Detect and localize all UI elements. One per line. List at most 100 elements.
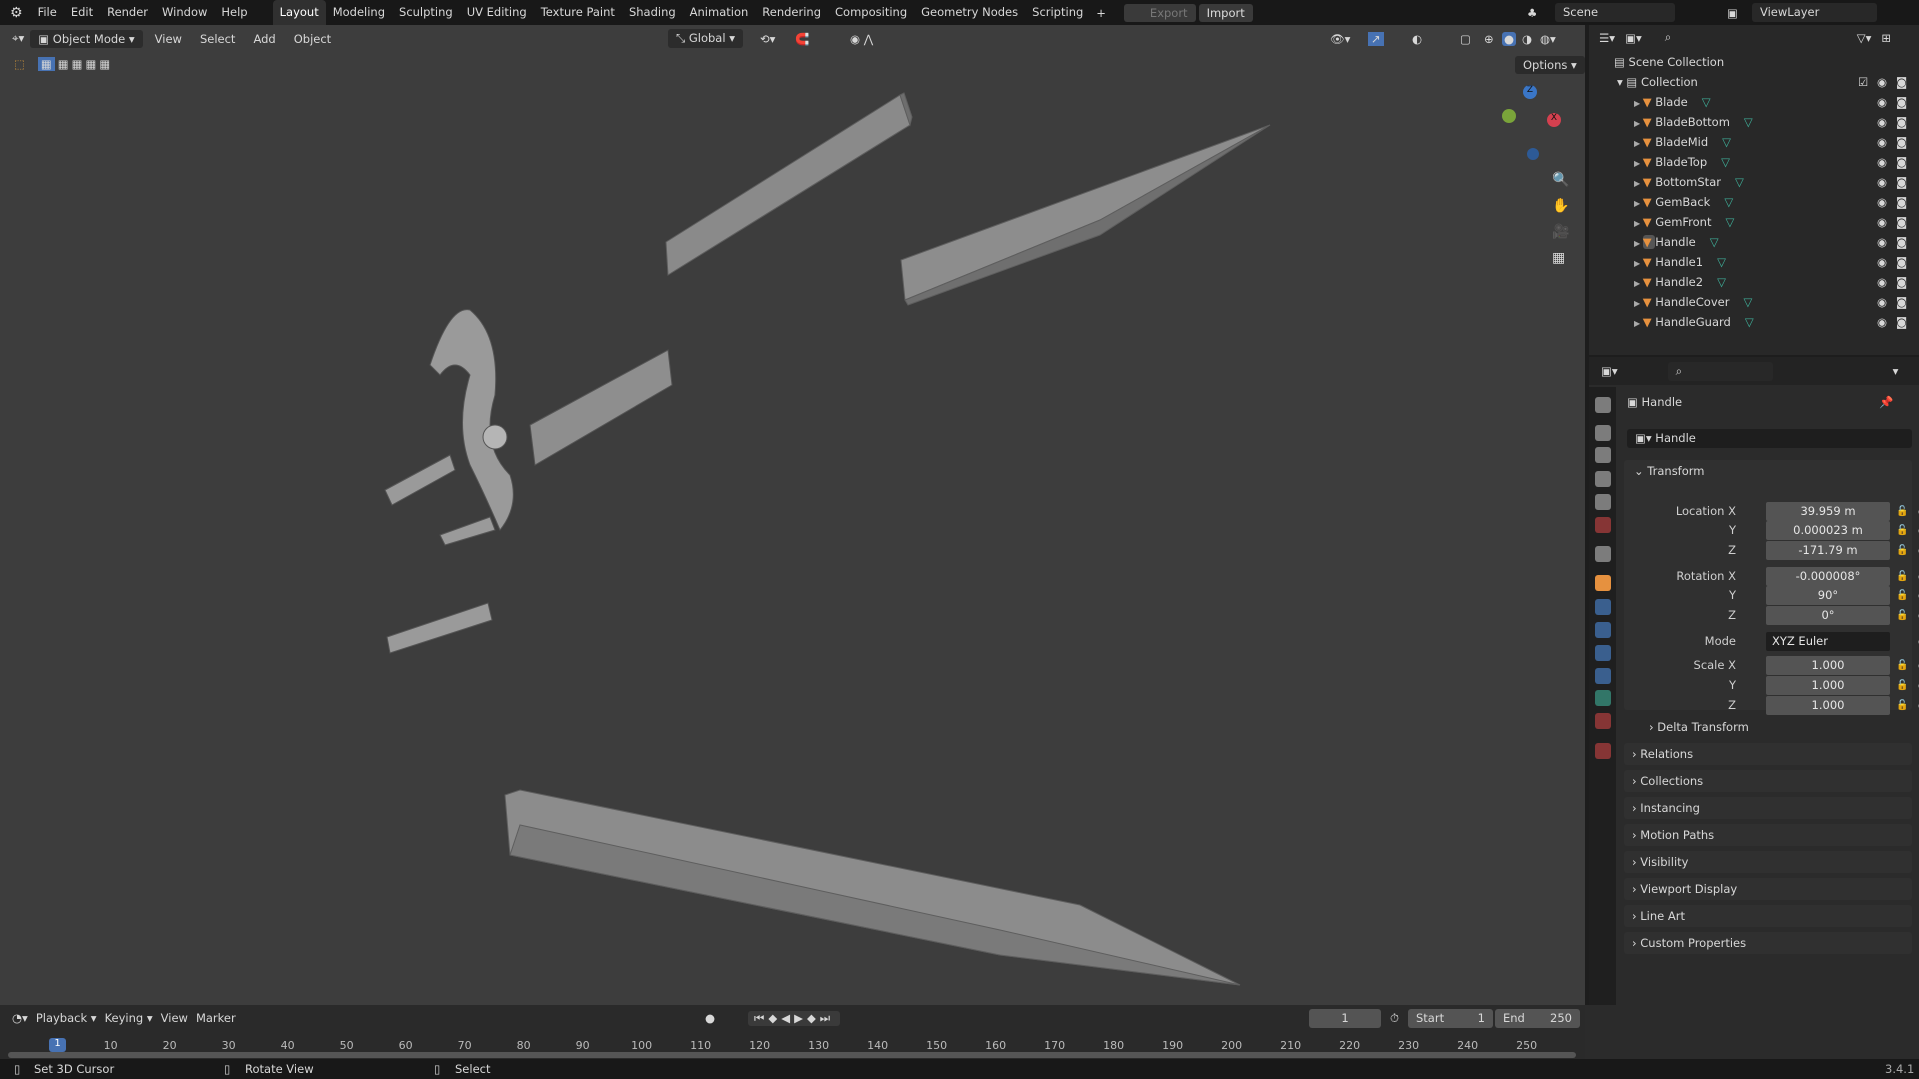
menu-marker[interactable]: Marker <box>196 1011 236 1025</box>
gizmo-y-axis[interactable] <box>1502 109 1516 123</box>
add-workspace-button[interactable]: + <box>1090 6 1112 20</box>
auto-keying-icon[interactable]: ● <box>705 1011 715 1025</box>
workspace-tab-modeling[interactable]: Modeling <box>326 0 392 25</box>
lock-icon[interactable]: 🔓 <box>1896 567 1908 586</box>
outliner-item[interactable]: ▶ ▼ HandleGuard ▽ ◉ ◙ <box>1589 312 1919 332</box>
filter-view-icon[interactable]: ▣▾ <box>1625 31 1642 45</box>
render-camera-icon[interactable]: ◙ <box>1896 292 1907 312</box>
tab-collection-icon[interactable] <box>1595 546 1611 562</box>
render-camera-icon[interactable]: ◙ <box>1896 252 1907 272</box>
mesh-data-icon[interactable]: ▽ <box>1721 155 1730 169</box>
properties-search[interactable]: ⌕ <box>1667 361 1773 381</box>
panel-collections[interactable]: › Collections <box>1624 770 1912 792</box>
outliner-item[interactable]: ▶ ▼ Handle2 ▽ ◉ ◙ <box>1589 272 1919 292</box>
property-value-field[interactable]: 0.000023 m <box>1766 521 1890 540</box>
menu-file[interactable]: File <box>31 0 64 25</box>
outliner-item[interactable]: ▶ ▼ Handle1 ▽ ◉ ◙ <box>1589 252 1919 272</box>
lock-icon[interactable]: 🔓 <box>1896 586 1908 605</box>
workspace-tab-scripting[interactable]: Scripting <box>1025 0 1090 25</box>
menu-help[interactable]: Help <box>214 0 254 25</box>
panel-custom-properties[interactable]: › Custom Properties <box>1624 932 1912 954</box>
play-reverse-icon[interactable]: ◀ <box>781 1011 794 1025</box>
jump-start-icon[interactable]: ⏮ <box>754 1011 768 1025</box>
workspace-tab-uv-editing[interactable]: UV Editing <box>460 0 534 25</box>
mesh-data-icon[interactable]: ▽ <box>1725 215 1734 229</box>
workspace-tab-sculpting[interactable]: Sculpting <box>392 0 460 25</box>
prev-keyframe-icon[interactable]: ◆ <box>768 1011 781 1025</box>
outliner-item[interactable]: ▶ ▼ Blade ▽ ◉ ◙ <box>1589 92 1919 112</box>
workspace-tab-texture-paint[interactable]: Texture Paint <box>534 0 622 25</box>
render-camera-icon[interactable]: ◙ <box>1896 172 1907 192</box>
panel-line-art[interactable]: › Line Art <box>1624 905 1912 927</box>
display-mode-icon[interactable]: ☰▾ <box>1599 31 1615 45</box>
blender-logo-icon[interactable]: ⚙ <box>0 5 31 21</box>
outliner-item[interactable]: ▶ ▼ BladeBottom ▽ ◉ ◙ <box>1589 112 1919 132</box>
tab-scene-icon[interactable] <box>1595 494 1611 510</box>
lock-icon[interactable]: 🔓 <box>1896 521 1908 540</box>
render-camera-icon[interactable]: ◙ <box>1896 152 1907 172</box>
tab-world-icon[interactable] <box>1595 517 1611 533</box>
tab-particles-icon[interactable] <box>1595 622 1611 638</box>
stopwatch-icon[interactable]: ⏱ <box>1390 1011 1399 1026</box>
render-camera-icon[interactable]: ◙ <box>1896 72 1907 92</box>
visibility-eye-icon[interactable]: ◉ <box>1877 272 1887 292</box>
new-collection-icon[interactable]: ⊞ <box>1881 31 1891 45</box>
lock-icon[interactable]: 🔓 <box>1896 696 1908 715</box>
workspace-tab-animation[interactable]: Animation <box>683 0 756 25</box>
menu-playback[interactable]: Playback ▾ <box>36 1011 97 1025</box>
scene-selector[interactable]: Scene <box>1555 3 1675 22</box>
render-camera-icon[interactable]: ◙ <box>1896 92 1907 112</box>
render-camera-icon[interactable]: ◙ <box>1896 232 1907 252</box>
panel-viewport-display[interactable]: › Viewport Display <box>1624 878 1912 900</box>
outliner-item[interactable]: ▶ ▼ GemBack ▽ ◉ ◙ <box>1589 192 1919 212</box>
tab-data-icon[interactable] <box>1595 690 1611 706</box>
gizmo-x-axis[interactable]: X <box>1547 113 1561 127</box>
mesh-data-icon[interactable]: ▽ <box>1745 315 1754 329</box>
property-value-field[interactable]: -171.79 m <box>1766 541 1890 560</box>
expand-arrow-icon[interactable]: ▶ <box>1634 99 1643 108</box>
tab-physics-icon[interactable] <box>1595 645 1611 661</box>
visibility-eye-icon[interactable]: ◉ <box>1877 172 1887 192</box>
menu-edit[interactable]: Edit <box>64 0 100 25</box>
timeline-scrollbar[interactable] <box>8 1052 1576 1058</box>
expand-arrow-icon[interactable]: ▶ <box>1634 319 1643 328</box>
current-frame-field[interactable]: 1 <box>1309 1008 1381 1028</box>
outliner-item[interactable]: ▶ ▼ Handle ▽ ◉ ◙ <box>1589 232 1919 252</box>
mesh-data-icon[interactable]: ▽ <box>1717 275 1726 289</box>
render-camera-icon[interactable]: ◙ <box>1896 192 1907 212</box>
mesh-data-icon[interactable]: ▽ <box>1743 295 1752 309</box>
view-layer-selector[interactable]: ViewLayer <box>1752 3 1877 22</box>
property-value-field[interactable]: 39.959 m <box>1766 502 1890 521</box>
workspace-tab-compositing[interactable]: Compositing <box>828 0 914 25</box>
mesh-data-icon[interactable]: ▽ <box>1744 115 1753 129</box>
outliner-item[interactable]: ▶ ▼ GemFront ▽ ◉ ◙ <box>1589 212 1919 232</box>
panel-motion-paths[interactable]: › Motion Paths <box>1624 824 1912 846</box>
render-camera-icon[interactable]: ◙ <box>1896 212 1907 232</box>
property-value-field[interactable]: 0° <box>1766 606 1890 625</box>
panel-instancing[interactable]: › Instancing <box>1624 797 1912 819</box>
workspace-tab-layout[interactable]: Layout <box>272 0 326 25</box>
end-frame-field[interactable]: End 250 <box>1495 1008 1580 1028</box>
outliner-item[interactable]: ▶ ▼ BottomStar ▽ ◉ ◙ <box>1589 172 1919 192</box>
camera-icon[interactable]: 🎥 <box>1552 224 1569 240</box>
visibility-eye-icon[interactable]: ◉ <box>1877 212 1887 232</box>
delta-transform-header[interactable]: › Delta Transform <box>1649 718 1919 737</box>
mesh-data-icon[interactable]: ▽ <box>1722 135 1731 149</box>
gizmo-z-axis[interactable]: Z <box>1523 85 1537 99</box>
lock-icon[interactable]: 🔓 <box>1896 656 1908 675</box>
workspace-tab-shading[interactable]: Shading <box>622 0 683 25</box>
render-camera-icon[interactable]: ◙ <box>1896 112 1907 132</box>
workspace-tab-rendering[interactable]: Rendering <box>755 0 828 25</box>
tab-view-layer-icon[interactable] <box>1595 471 1611 487</box>
visibility-eye-icon[interactable]: ◉ <box>1877 72 1887 92</box>
navigation-gizmo[interactable]: Z X <box>1495 85 1565 165</box>
panel-relations[interactable]: › Relations <box>1624 743 1912 765</box>
outliner-item[interactable]: ▶ ▼ BladeMid ▽ ◉ ◙ <box>1589 132 1919 152</box>
jump-end-icon[interactable]: ⏭ <box>820 1011 834 1025</box>
expand-arrow-icon[interactable]: ▶ <box>1634 279 1643 288</box>
3d-viewport[interactable]: ⌖▾ ▣ Object Mode ▾ View Select Add Objec… <box>0 25 1585 1005</box>
expand-arrow-icon[interactable]: ▶ <box>1634 219 1643 228</box>
outliner-search[interactable]: ⌕ <box>1656 28 1727 47</box>
visibility-eye-icon[interactable]: ◉ <box>1877 312 1887 332</box>
options-chevron-icon[interactable]: ▾ <box>1893 364 1899 378</box>
